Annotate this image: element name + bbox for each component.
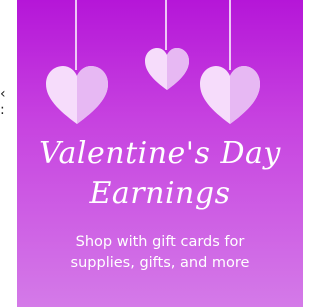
banner-title-line1: Valentine's Day: [39, 136, 281, 171]
heart-icon: [145, 48, 189, 90]
banner-subtitle-line2: supplies, gifts, and more: [70, 255, 250, 271]
side-text-fragment: ‹ :: [0, 86, 6, 118]
heart-icon: [200, 66, 260, 124]
banner-title-line2: Earnings: [89, 176, 231, 211]
valentines-banner[interactable]: Valentine's Day Earnings Shop with gift …: [17, 0, 303, 307]
heart-icon: [46, 66, 108, 124]
banner-subtitle-line1: Shop with gift cards for: [75, 234, 245, 250]
ad-container: ‹ : Valentine's Day Earnings Shop with g…: [0, 0, 320, 307]
